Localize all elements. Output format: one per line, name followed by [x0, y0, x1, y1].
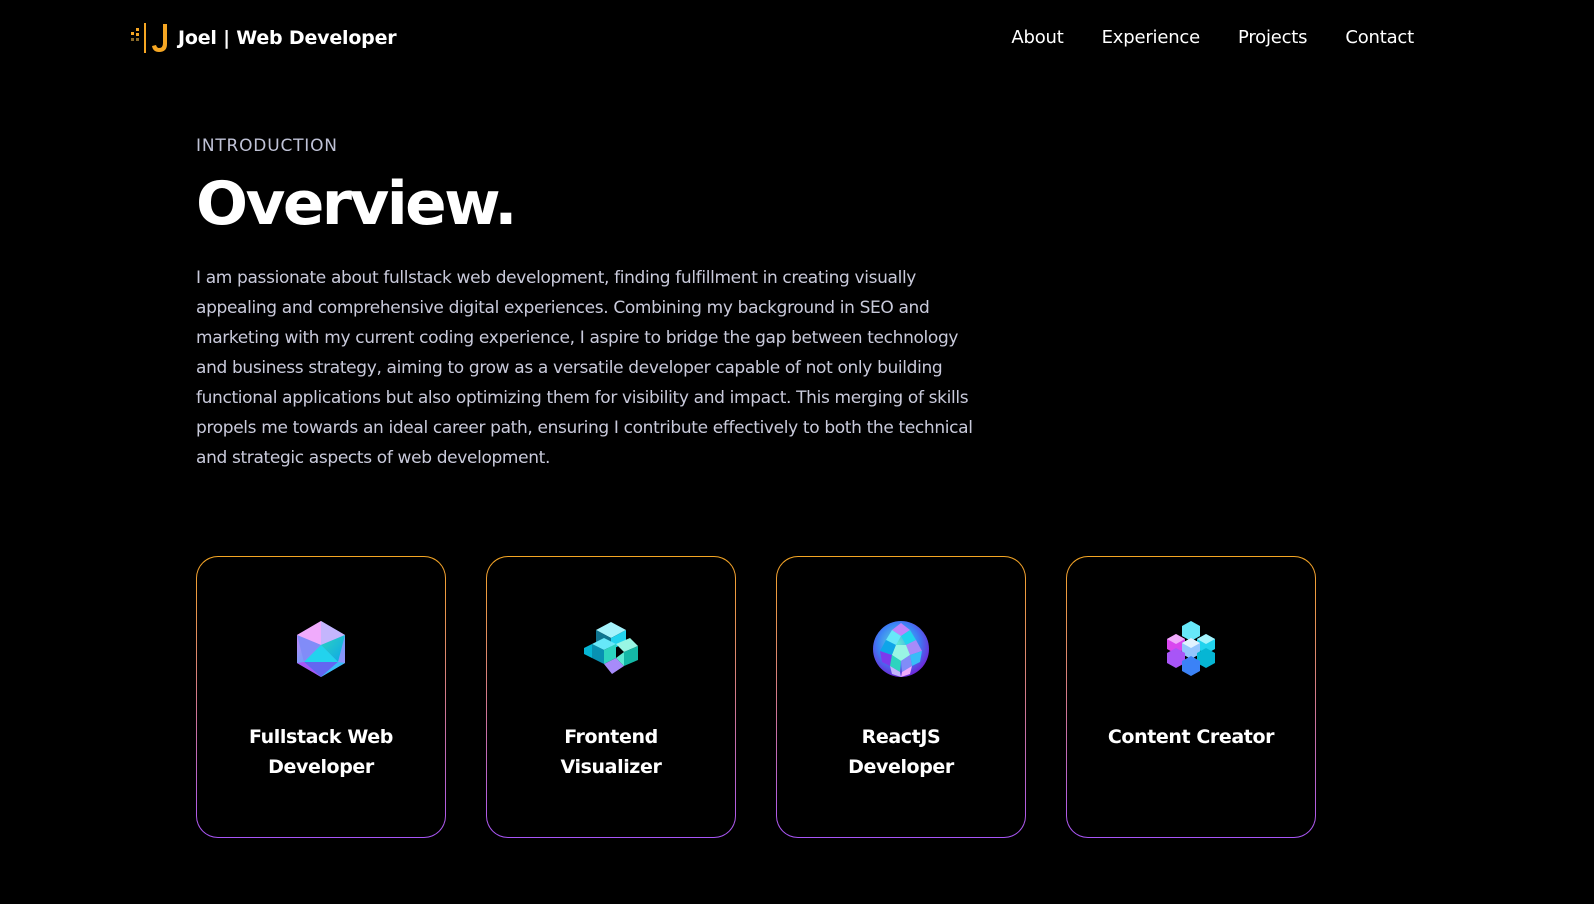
nav-link-experience[interactable]: Experience [1102, 27, 1201, 48]
service-card-title: Content Creator [1107, 726, 1275, 748]
section-eyebrow: INTRODUCTION [196, 136, 338, 156]
nav-item-experience: Experience [1102, 26, 1201, 50]
service-card-fullstack[interactable]: Fullstack Web Developer [196, 556, 446, 838]
nav-link-contact[interactable]: Contact [1345, 27, 1414, 48]
overview-header: INTRODUCTION Overview. [196, 134, 996, 240]
service-card-title: Fullstack Web Developer [249, 726, 393, 778]
nav-item-contact: Contact [1345, 26, 1414, 50]
service-card-title: Frontend Visualizer [560, 726, 662, 778]
navbar: Joel | Web Developer About Experience Pr… [0, 0, 1594, 76]
service-card-body: ReactJS Developer [777, 557, 1025, 837]
nav-links: About Experience Projects Contact [1011, 26, 1414, 50]
iridescent-geodesic-sphere-icon [873, 621, 929, 677]
nav-item-projects: Projects [1238, 26, 1308, 50]
overview-description: I am passionate about fullstack web deve… [196, 268, 973, 468]
section-title: Overview. [196, 169, 517, 239]
nav-link-projects[interactable]: Projects [1238, 27, 1308, 48]
iridescent-icosahedron-icon [297, 621, 345, 677]
service-card-reactjs[interactable]: ReactJS Developer [776, 556, 1026, 838]
brand-name: Joel | Web Developer [178, 27, 397, 49]
js-bracket-logo-icon [131, 23, 167, 53]
brand-link[interactable]: Joel | Web Developer [130, 20, 397, 56]
service-card-body: Frontend Visualizer [487, 557, 735, 837]
service-card-body: Fullstack Web Developer [197, 557, 445, 837]
service-cards: Fullstack Web Developer Frontend Visuali… [196, 556, 1316, 838]
iridescent-cube-cluster-icon [584, 622, 638, 674]
service-card-body: Content Creator [1067, 557, 1315, 837]
service-card-content-creator[interactable]: Content Creator [1066, 556, 1316, 838]
iridescent-hexagon-cluster-icon [1167, 621, 1215, 676]
nav-item-about: About [1011, 26, 1063, 50]
service-card-title: ReactJS Developer [848, 726, 954, 778]
service-card-frontend[interactable]: Frontend Visualizer [486, 556, 736, 838]
nav-link-about[interactable]: About [1011, 27, 1063, 48]
page: Joel | Web Developer About Experience Pr… [0, 0, 1594, 904]
